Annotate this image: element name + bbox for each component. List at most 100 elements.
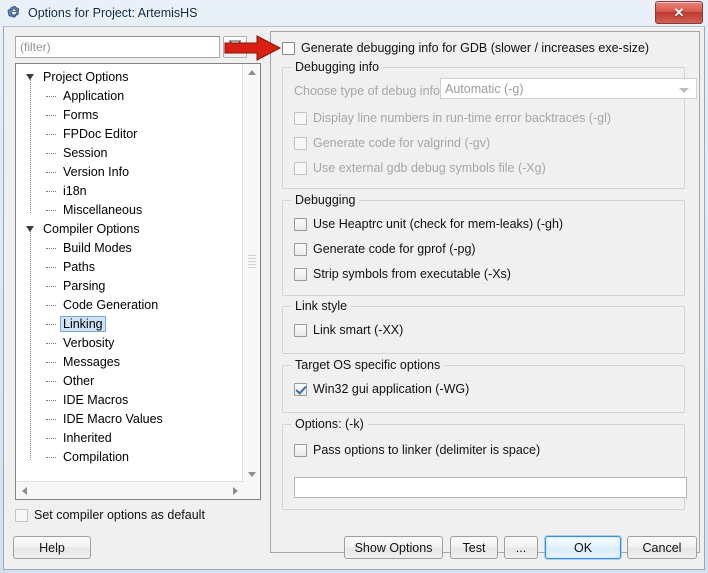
help-button[interactable]: Help: [13, 536, 91, 559]
display-line-numbers-row[interactable]: Display line numbers in run-time error b…: [294, 111, 611, 125]
generate-debug-gdb-row[interactable]: Generate debugging info for GDB (slower …: [282, 41, 649, 55]
help-button-label: Help: [39, 540, 65, 555]
tree-item-label: Linking: [60, 316, 106, 332]
heaptrc-label: Use Heaptrc unit (check for mem-leaks) (…: [313, 217, 564, 231]
show-options-button-label: Show Options: [354, 540, 433, 555]
tree-item-fpdoc-editor[interactable]: FPDoc Editor: [20, 125, 244, 144]
lazarus-icon: [6, 5, 22, 21]
show-options-button[interactable]: Show Options: [344, 536, 443, 559]
tree-item-i18n[interactable]: i18n: [20, 182, 244, 201]
tree-dash: [46, 153, 56, 154]
strip-symbols-row[interactable]: Strip symbols from executable (-Xs): [294, 267, 511, 281]
scrollbar-grip: [246, 254, 258, 269]
tree-horizontal-scrollbar[interactable]: [16, 481, 244, 499]
tree-item-label: Messages: [63, 355, 120, 369]
tree-dash: [46, 286, 56, 287]
ok-button[interactable]: OK: [545, 536, 621, 559]
tree-item-build-modes[interactable]: Build Modes: [20, 239, 244, 258]
pass-options-row[interactable]: Pass options to linker (delimiter is spa…: [294, 443, 540, 457]
tree-item-label: Project Options: [43, 70, 129, 84]
link-smart-checkbox[interactable]: [294, 323, 307, 337]
gprof-checkbox[interactable]: [294, 242, 307, 256]
target-os-group-title: Target OS specific options: [291, 358, 445, 372]
tree-dash: [46, 305, 56, 306]
tree-item-project-options[interactable]: Project Options: [20, 68, 244, 87]
tree-item-compiler-options[interactable]: Compiler Options: [20, 220, 244, 239]
cancel-button-label: Cancel: [642, 540, 682, 555]
linker-options-input[interactable]: [294, 477, 687, 498]
tree-item-forms[interactable]: Forms: [20, 106, 244, 125]
chevron-down-icon[interactable]: [26, 74, 34, 80]
tree-item-session[interactable]: Session: [20, 144, 244, 163]
tree-item-inherited[interactable]: Inherited: [20, 429, 244, 448]
debugging-info-group: Debugging info Choose type of debug info…: [282, 60, 697, 189]
tree-dash: [46, 191, 56, 192]
ok-button-label: OK: [573, 540, 593, 555]
debug-info-type-combo[interactable]: Automatic (-g): [440, 78, 697, 99]
test-button-label: Test: [462, 540, 486, 555]
tree-item-verbosity[interactable]: Verbosity: [20, 334, 244, 353]
tree-item-label: Compilation: [63, 450, 130, 464]
tree-item-ide-macro-values[interactable]: IDE Macro Values: [20, 410, 244, 429]
linker-options-group-title: Options: (-k): [291, 417, 368, 431]
tree-item-application[interactable]: Application: [20, 87, 244, 106]
filter-input[interactable]: [15, 36, 220, 58]
win32-gui-row[interactable]: Win32 gui application (-WG): [294, 382, 469, 396]
tree-item-other[interactable]: Other: [20, 372, 244, 391]
tree-dash: [46, 400, 56, 401]
heaptrc-row[interactable]: Use Heaptrc unit (check for mem-leaks) (…: [294, 217, 563, 231]
win32-gui-checkbox[interactable]: [294, 382, 307, 396]
display-line-numbers-label: Display line numbers in run-time error b…: [313, 111, 612, 125]
tree-item-ide-macros[interactable]: IDE Macros: [20, 391, 244, 410]
close-button[interactable]: ✕: [655, 1, 703, 24]
tree-item-paths[interactable]: Paths: [20, 258, 244, 277]
filter-row: [15, 36, 261, 58]
tree-item-version-info[interactable]: Version Info: [20, 163, 244, 182]
triangle-down-icon: [247, 472, 256, 477]
tree-item-label: Other: [63, 374, 95, 388]
gprof-label: Generate code for gprof (-pg): [313, 242, 476, 256]
generate-valgrind-row[interactable]: Generate code for valgrind (-gv): [294, 136, 490, 150]
scroll-left-button[interactable]: [16, 482, 33, 499]
display-line-numbers-checkbox[interactable]: [294, 111, 307, 125]
dialog-client-area: Project Options Application Forms FPDoc …: [3, 26, 705, 570]
scroll-up-button[interactable]: [243, 64, 260, 81]
set-compiler-options-default-row[interactable]: Set compiler options as default: [15, 505, 261, 525]
ellipsis-button[interactable]: ...: [504, 536, 538, 559]
tree-item-parsing[interactable]: Parsing: [20, 277, 244, 296]
external-gdb-symbols-checkbox[interactable]: [294, 161, 307, 175]
external-gdb-symbols-row[interactable]: Use external gdb debug symbols file (-Xg…: [294, 161, 546, 175]
pass-options-checkbox[interactable]: [294, 443, 307, 457]
pass-options-label: Pass options to linker (delimiter is spa…: [313, 443, 541, 457]
filter-clear-icon: [228, 39, 243, 56]
win32-gui-label: Win32 gui application (-WG): [313, 382, 470, 396]
generate-valgrind-checkbox[interactable]: [294, 136, 307, 150]
tree-item-miscellaneous[interactable]: Miscellaneous: [20, 201, 244, 220]
tree-item-compilation[interactable]: Compilation: [20, 448, 244, 467]
scroll-right-button[interactable]: [227, 482, 244, 499]
tree-dash: [46, 343, 56, 344]
triangle-right-icon: [233, 486, 238, 495]
heaptrc-checkbox[interactable]: [294, 217, 307, 231]
debugging-info-group-title: Debugging info: [291, 60, 384, 74]
generate-debug-gdb-checkbox[interactable]: [282, 41, 295, 55]
tree-item-label: Miscellaneous: [63, 203, 143, 217]
gprof-row[interactable]: Generate code for gprof (-pg): [294, 242, 476, 256]
tree-item-label: Verbosity: [63, 336, 115, 350]
tree-vertical-scrollbar[interactable]: [242, 64, 260, 483]
tree-item-code-generation[interactable]: Code Generation: [20, 296, 244, 315]
scroll-down-button[interactable]: [243, 466, 260, 483]
cancel-button[interactable]: Cancel: [627, 536, 697, 559]
tree-dash: [46, 381, 56, 382]
tree-item-messages[interactable]: Messages: [20, 353, 244, 372]
test-button[interactable]: Test: [450, 536, 498, 559]
tree-item-label: Paths: [63, 260, 95, 274]
set-compiler-options-default-checkbox[interactable]: [15, 508, 28, 522]
link-smart-row[interactable]: Link smart (-XX): [294, 323, 403, 337]
tree-item-linking[interactable]: Linking: [20, 315, 244, 334]
chevron-down-icon[interactable]: [26, 226, 34, 232]
strip-symbols-checkbox[interactable]: [294, 267, 307, 281]
generate-debug-gdb-label: Generate debugging info for GDB (slower …: [301, 41, 650, 55]
options-tree[interactable]: Project Options Application Forms FPDoc …: [15, 63, 261, 500]
clear-filter-button[interactable]: [223, 36, 247, 58]
